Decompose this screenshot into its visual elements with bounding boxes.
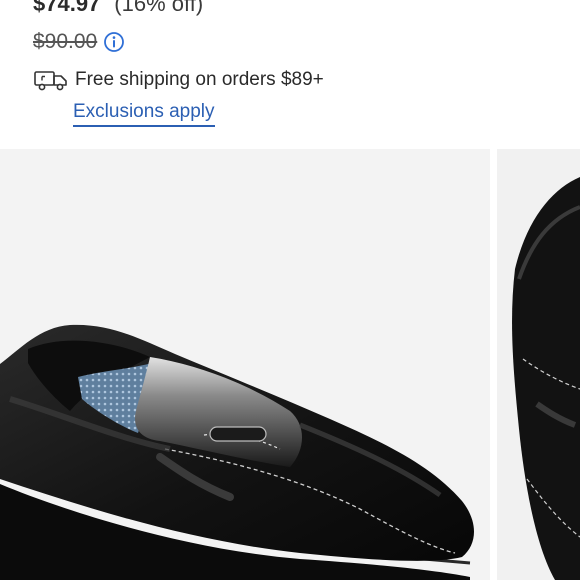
original-price-row: $90.00 — [33, 28, 125, 56]
discount-label: (16% off) — [114, 0, 204, 16]
exclusions-link[interactable]: Exclusions apply — [73, 101, 215, 127]
sale-price: $74.97 — [33, 0, 101, 16]
truck-icon — [33, 68, 69, 92]
price-row: $74.97 (16% off) — [33, 0, 203, 23]
info-icon[interactable] — [103, 31, 125, 53]
product-photo-next[interactable] — [497, 149, 580, 580]
original-price: $90.00 — [33, 30, 98, 53]
product-photo-main[interactable] — [0, 149, 490, 580]
shipping-text: Free shipping on orders $89+ — [75, 69, 324, 90]
shipping-row: Free shipping on orders $89+ — [33, 66, 324, 94]
product-image-gallery[interactable] — [0, 149, 580, 580]
